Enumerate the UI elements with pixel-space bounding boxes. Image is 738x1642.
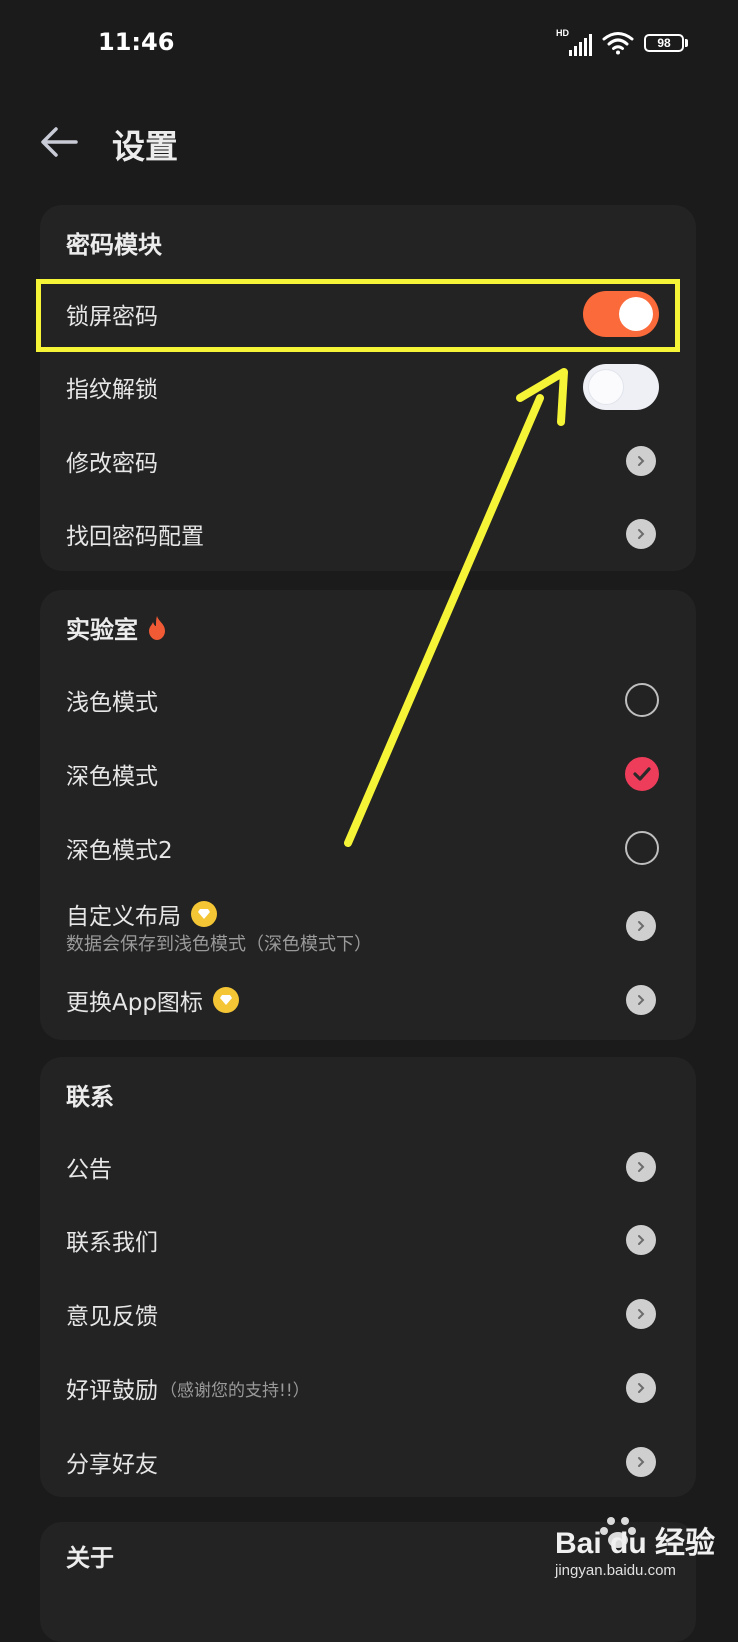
dark-mode-2-radio[interactable] (625, 831, 659, 865)
battery-level: 98 (657, 36, 671, 50)
change-password-row[interactable]: 修改密码 (40, 424, 696, 498)
flame-icon (149, 615, 165, 640)
section-title: 密码模块 (66, 231, 162, 259)
recover-password-row[interactable]: 找回密码配置 (40, 497, 696, 571)
section-title-text: 实验室 (66, 616, 138, 644)
chevron-right-icon (626, 446, 656, 476)
watermark-main-text: Bai du 经验 (555, 1527, 716, 1560)
watermark-sub-text: jingyan.baidu.com (555, 1562, 676, 1579)
row-label-text: 自定义布局 (66, 904, 181, 930)
share-friends-row[interactable]: 分享好友 (40, 1425, 696, 1499)
back-arrow-icon[interactable] (36, 118, 84, 166)
row-label: 深色模式2 (66, 838, 173, 864)
lab-card: 实验室 浅色模式 深色模式 深色模式2 自定义布局 数据会保存到浅色模式（深色模… (40, 590, 696, 1040)
dark-mode-2-row[interactable]: 深色模式2 (40, 811, 696, 885)
rate-us-row[interactable]: 好评鼓励 （感谢您的支持!!） (40, 1351, 696, 1425)
row-label: 深色模式 (66, 764, 158, 790)
row-label: 指纹解锁 (66, 377, 158, 403)
row-label: 更换App图标 (66, 983, 239, 1017)
section-title: 实验室 (66, 610, 168, 645)
section-title: 关于 (66, 1544, 114, 1572)
battery-icon: 98 (644, 34, 688, 52)
row-label: 找回密码配置 (66, 524, 204, 550)
fingerprint-unlock-row[interactable]: 指纹解锁 (40, 350, 696, 424)
row-label: 分享好友 (66, 1452, 158, 1478)
vip-diamond-icon (212, 987, 239, 1013)
row-note: （感谢您的支持!!） (160, 1380, 310, 1401)
row-label: 公告 (66, 1157, 112, 1183)
status-time: 11:46 (98, 28, 175, 56)
checkmark-icon (633, 767, 651, 781)
chevron-right-icon (626, 1373, 656, 1403)
app-header: 设置 (0, 110, 738, 174)
light-mode-row[interactable]: 浅色模式 (40, 663, 696, 737)
wifi-icon (602, 32, 634, 55)
password-card: 密码模块 锁屏密码 指纹解锁 修改密码 找回密码配置 (40, 205, 696, 571)
custom-layout-row[interactable]: 自定义布局 数据会保存到浅色模式（深色模式下） (40, 886, 696, 966)
row-label-text: 更换App图标 (66, 990, 203, 1016)
row-subtitle: 数据会保存到浅色模式（深色模式下） (66, 934, 372, 955)
chevron-right-icon (626, 1152, 656, 1182)
vip-diamond-icon (191, 901, 217, 927)
chevron-right-icon (626, 519, 656, 549)
section-title: 联系 (66, 1083, 114, 1111)
row-label: 浅色模式 (66, 690, 158, 716)
row-label-text: 好评鼓励 (66, 1378, 158, 1404)
network-type-label: HD (556, 28, 569, 38)
row-label: 联系我们 (66, 1230, 158, 1256)
chevron-right-icon (626, 1447, 656, 1477)
announcement-row[interactable]: 公告 (40, 1130, 696, 1204)
contact-us-row[interactable]: 联系我们 (40, 1203, 696, 1277)
chevron-right-icon (626, 1299, 656, 1329)
row-label: 自定义布局 (66, 897, 217, 931)
status-bar: 11:46 HD 98 (0, 0, 738, 90)
dark-mode-radio[interactable] (625, 757, 659, 791)
change-app-icon-row[interactable]: 更换App图标 (40, 963, 696, 1037)
row-label: 修改密码 (66, 451, 158, 477)
contact-card: 联系 公告 联系我们 意见反馈 好评鼓励 （感谢您的支持!!） 分享好友 (40, 1057, 696, 1497)
row-label: 意见反馈 (66, 1304, 158, 1330)
baidu-watermark: Bai du 经验 jingyan.baidu.com (530, 1510, 715, 1590)
page-title: 设置 (112, 127, 178, 166)
fingerprint-unlock-toggle[interactable] (583, 364, 659, 410)
chevron-right-icon (626, 1225, 656, 1255)
status-icons: HD 98 (556, 28, 688, 56)
dark-mode-row[interactable]: 深色模式 (40, 737, 696, 811)
row-label: 好评鼓励 （感谢您的支持!!） (66, 1371, 310, 1405)
signal-icon: HD (556, 28, 592, 56)
chevron-right-icon (626, 985, 656, 1015)
feedback-row[interactable]: 意见反馈 (40, 1277, 696, 1351)
light-mode-radio[interactable] (625, 683, 659, 717)
chevron-right-icon (626, 911, 656, 941)
highlight-box (36, 279, 680, 352)
